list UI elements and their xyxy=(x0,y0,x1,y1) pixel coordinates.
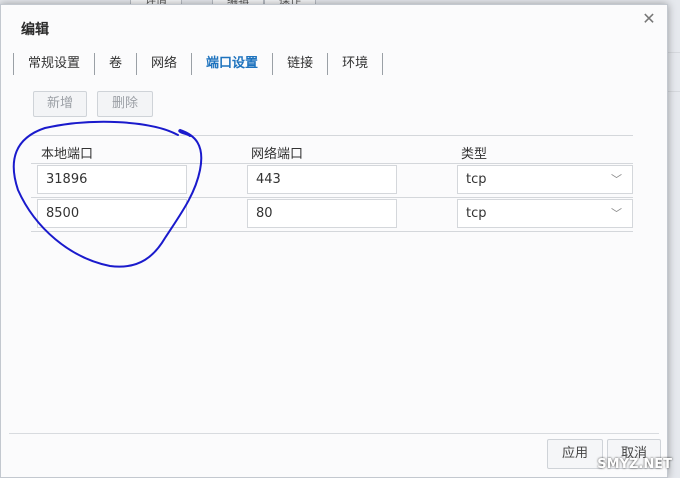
network-port-input[interactable]: 443 xyxy=(247,165,397,194)
chevron-down-icon: ﹀ xyxy=(611,173,622,186)
tab-network[interactable]: 网络 xyxy=(136,53,191,75)
tab-links[interactable]: 链接 xyxy=(272,53,327,75)
watermark: SMYZ.NET xyxy=(597,457,672,472)
type-select-value: tcp xyxy=(466,172,487,187)
close-icon[interactable]: ✕ xyxy=(641,11,657,27)
local-port-input[interactable]: 31896 xyxy=(37,165,187,194)
tab-environment[interactable]: 环境 xyxy=(327,53,384,75)
tab-bar: 常规设置 卷 网络 端口设置 链接 环境 xyxy=(13,53,384,75)
tab-volume[interactable]: 卷 xyxy=(94,53,136,75)
delete-button[interactable]: 删除 xyxy=(97,91,153,117)
background-panel xyxy=(668,12,680,478)
header-local-port: 本地端口 xyxy=(41,147,94,162)
apply-button[interactable]: 应用 xyxy=(547,439,603,469)
edit-dialog: 编辑 ✕ 常规设置 卷 网络 端口设置 链接 环境 新增 删除 本地端口 网络端… xyxy=(0,4,668,478)
add-button[interactable]: 新增 xyxy=(33,91,87,117)
type-select-value: tcp xyxy=(466,206,487,221)
local-port-input[interactable]: 8500 xyxy=(37,199,187,228)
chevron-down-icon: ﹀ xyxy=(611,207,622,220)
footer-divider xyxy=(9,433,659,434)
tab-general[interactable]: 常规设置 xyxy=(13,53,94,75)
type-select[interactable]: tcp ﹀ xyxy=(457,165,633,194)
network-port-input[interactable]: 80 xyxy=(247,199,397,228)
header-network-port: 网络端口 xyxy=(251,147,304,162)
dialog-title: 编辑 xyxy=(21,22,49,38)
header-type: 类型 xyxy=(461,147,488,162)
type-select[interactable]: tcp ﹀ xyxy=(457,199,633,228)
tab-port-settings[interactable]: 端口设置 xyxy=(191,53,272,75)
